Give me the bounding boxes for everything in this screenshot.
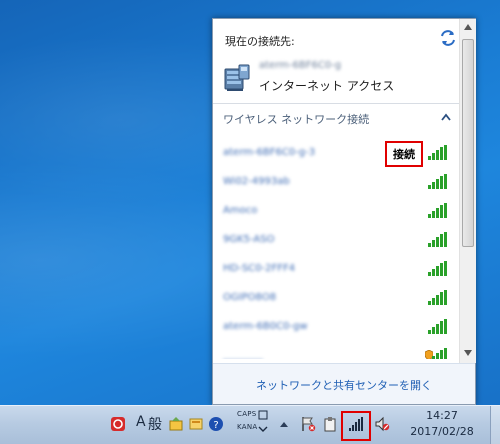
wifi-signal-icon [428,174,447,189]
network-computer-icon [224,64,250,91]
clock-time[interactable]: 14:27 [400,409,484,422]
wifi-list-item[interactable]: Amoco [213,197,459,225]
wifi-network-name: aterm-6BF6C0-g-3 [223,147,316,158]
wifi-network-name: ________ [223,350,263,359]
current-network-name: aterm-6BF6C0-g [259,60,342,71]
wifi-list-item[interactable]: aterm-6BF6C0-g-3 接続 [213,139,459,167]
volume-muted-icon[interactable] [374,416,390,432]
current-connection-label: 現在の接続先: [225,35,295,48]
network-sharing-center-link[interactable]: ネットワークと共有センターを開く [213,377,475,393]
wifi-signal-icon [428,203,447,218]
wifi-network-name: Amoco [223,205,258,216]
chevron-down-icon[interactable] [258,424,268,434]
wifi-network-name: OGIPO8O8 [223,292,277,303]
wireless-section-label: ワイヤレス ネットワーク接続 [223,113,370,126]
ime-kanji-indicator[interactable]: 般 [148,414,162,434]
svg-text:?: ? [213,420,218,431]
chevron-up-icon[interactable] [441,113,451,121]
wifi-list-item[interactable]: ________ [213,342,459,359]
ime-mode-indicator[interactable]: A [136,414,146,430]
wireless-section-header[interactable]: ワイヤレス ネットワーク接続 [223,111,453,129]
show-desktop-button[interactable] [490,406,500,444]
wifi-signal-icon [428,290,447,305]
wifi-list-item[interactable]: aterm-6B0C0-gw [213,313,459,341]
wifi-list-item[interactable]: HD-SC0-2FFF4 [213,255,459,283]
network-flyout: 現在の接続先: aterm-6BF6C0-g インターネット アクセス ワイヤレ… [212,18,476,405]
wifi-network-name: HD-SC0-2FFF4 [223,263,296,274]
current-network-status: インターネット アクセス [259,79,395,93]
show-hidden-icons-icon[interactable] [278,418,290,430]
ime-tool-icon[interactable] [168,416,184,432]
popup-footer: ネットワークと共有センターを開く [213,363,475,404]
help-icon[interactable]: ? [208,416,224,432]
wifi-network-name: aterm-6B0C0-gw [223,321,308,332]
ime-options-icon[interactable] [258,410,268,420]
wifi-signal-icon [428,319,447,334]
wifi-signal-icon [428,145,447,160]
wifi-list-item[interactable]: Wi02-4993ab [213,168,459,196]
wifi-signal-icon [428,261,447,276]
divider [213,103,459,104]
app-tray-icon[interactable] [110,416,126,432]
clipboard-icon[interactable] [322,416,338,432]
scroll-down-arrow-icon[interactable] [463,349,473,357]
wifi-signal-icon [428,232,447,247]
wifi-network-name: 9GK5-ASO [223,234,275,245]
action-center-flag-icon[interactable] [300,416,316,432]
wifi-network-list: aterm-6BF6C0-g-3 接続 Wi02-4993ab Amoco 9G… [213,137,459,359]
refresh-icon[interactable] [439,29,457,47]
scroll-thumb[interactable] [462,39,474,247]
wifi-list-item[interactable]: 9GK5-ASO [213,226,459,254]
highlight-annotation [341,411,371,441]
caps-indicator: CAPS [237,410,257,418]
wifi-list-item[interactable]: OGIPO8O8 [213,284,459,312]
taskbar: A 般 ? CAPS KANA 14:27 2017/02/28 [0,405,500,444]
vertical-scrollbar[interactable] [459,19,476,363]
wifi-network-name: Wi02-4993ab [223,176,290,187]
clock-date[interactable]: 2017/02/28 [400,425,484,438]
connect-button[interactable]: 接続 [385,141,423,167]
ime-dictionary-icon[interactable] [188,416,204,432]
kana-indicator: KANA [237,423,258,431]
scroll-up-arrow-icon[interactable] [463,23,473,31]
wifi-signal-icon [432,348,447,359]
